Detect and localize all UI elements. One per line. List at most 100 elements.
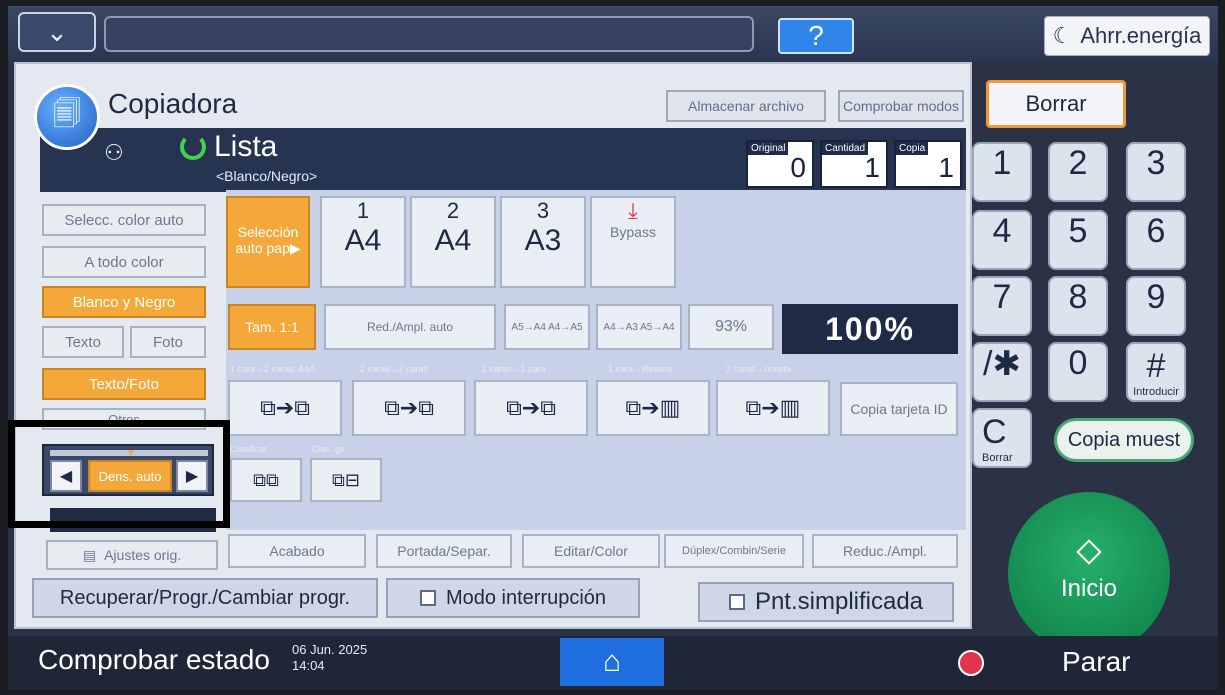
photo-mode-button[interactable]: Foto [130, 326, 206, 358]
bypass-button[interactable]: ⤓ Bypass [590, 196, 676, 288]
full-size-button[interactable]: Tam. 1:1 [228, 304, 316, 350]
rotate-sort-button[interactable]: ⧉⊟ [310, 458, 382, 502]
tray-number: 3 [536, 198, 550, 223]
help-button[interactable]: ? [778, 18, 854, 54]
tab-finishing[interactable]: Acabado [228, 534, 366, 568]
highlight-box [8, 420, 230, 528]
c-key-letter: C [982, 412, 1007, 451]
key-1[interactable]: 1 [972, 142, 1032, 202]
tab-cover[interactable]: Portada/Separ. [376, 534, 512, 568]
text-photo-button[interactable]: Texto/Foto [42, 368, 206, 400]
chevron-down-icon[interactable]: ⌄ [18, 12, 96, 52]
key-7[interactable]: 7 [972, 276, 1032, 336]
interrupt-mode-button[interactable]: Modo interrupción [386, 578, 640, 618]
key-9[interactable]: 9 [1126, 276, 1186, 336]
start-button[interactable]: Inicio [1008, 492, 1170, 654]
duplex-label: 1 cara→Revista [608, 364, 673, 374]
enter-key[interactable]: # Introducir [1126, 342, 1186, 402]
id-card-copy-button[interactable]: Copia tarjeta ID [840, 382, 958, 436]
tab-reduce-enlarge[interactable]: Reduc./Ampl. [812, 534, 958, 568]
tray-size: A4 [434, 224, 472, 257]
recall-program-button[interactable]: Recuperar/Progr./Cambiar progr. [32, 578, 378, 618]
moon-icon: ☾ [1052, 23, 1073, 48]
zoom-preset-93-button[interactable]: 93% [688, 304, 774, 350]
text-mode-button[interactable]: Texto [42, 326, 124, 358]
quantity-counter: Cantidad 1 [820, 140, 888, 188]
copier-panel: 🗐 Copiadora Almacenar archivo Comprobar … [8, 62, 972, 629]
page-title: Copiadora [108, 88, 238, 119]
duplex-label: 1 cara→2 caras: AaA [230, 364, 316, 374]
magazine-2-button[interactable]: ⧉➔▥ [716, 380, 830, 436]
store-file-button[interactable]: Almacenar archivo [666, 90, 826, 122]
users-icon: ⚇ [104, 140, 124, 165]
key-2[interactable]: 2 [1048, 142, 1108, 202]
key-hash: # [1146, 346, 1166, 385]
tray-number: 1 [356, 198, 370, 223]
duplex-2to1-button[interactable]: ⧉➔⧉ [474, 380, 588, 436]
footer-bar: Comprobar estado 06 Jun. 2025 14:04 ⌂ Pa… [8, 636, 1218, 690]
tab-edit-color[interactable]: Editar/Color [522, 534, 660, 568]
date-text: 06 Jun. 2025 [292, 642, 368, 657]
enter-label: Introducir [1133, 385, 1179, 398]
energy-saver-button[interactable]: ☾ Ahrr.energía [1044, 16, 1210, 56]
c-key-label: Borrar [982, 451, 1013, 464]
start-label: Inicio [1060, 575, 1118, 602]
top-bar: ⌄ ? ☾ Ahrr.energía [8, 6, 1218, 62]
tab-duplex[interactable]: Dúplex/Combin/Serie [664, 534, 804, 568]
sample-copy-button[interactable]: Copia muest [1054, 418, 1194, 462]
simplified-label: Pnt.simplificada [754, 588, 924, 615]
auto-zoom-button[interactable]: Red./Ampl. auto [324, 304, 496, 350]
copier-app-icon: 🗐 [34, 84, 100, 150]
time-text: 14:04 [292, 658, 325, 673]
original-settings-button[interactable]: ▤ Ajustes orig. [46, 540, 218, 570]
stop-button[interactable]: Parar [1062, 646, 1130, 678]
counter-value: 0 [790, 152, 806, 183]
duplex-2to2-button[interactable]: ⧉➔⧉ [352, 380, 466, 436]
interrupt-label: Modo interrupción [445, 586, 607, 609]
bw-button[interactable]: Blanco y Negro [42, 286, 206, 318]
auto-paper-button[interactable]: Selección auto pap▶ [226, 196, 310, 288]
duplex-label: 2 caras→revista [726, 364, 792, 374]
key-4[interactable]: 4 [972, 210, 1032, 270]
bypass-icon: ⤓ [628, 198, 638, 223]
tray-3-button[interactable]: 3 A3 [500, 196, 586, 288]
magazine-1-button[interactable]: ⧉➔▥ [596, 380, 710, 436]
clear-button[interactable]: Borrar [986, 80, 1126, 128]
zoom-preset-a4a3-button[interactable]: A4→A3 A5→A4 [596, 304, 682, 350]
c-clear-key[interactable]: C Borrar [972, 408, 1032, 468]
color-mode-text: <Blanco/Negro> [216, 168, 318, 184]
original-counter: Original 0 [746, 140, 814, 188]
key-0[interactable]: 0 [1048, 342, 1108, 402]
ready-icon [180, 134, 206, 160]
home-icon[interactable]: ⌂ [560, 638, 664, 686]
zoom-value-display: 100% [782, 304, 958, 354]
check-status-button[interactable]: Comprobar estado [38, 644, 270, 676]
key-6[interactable]: 6 [1126, 210, 1186, 270]
check-modes-button[interactable]: Comprobar modos [838, 90, 964, 122]
tray-2-button[interactable]: 2 A4 [410, 196, 496, 288]
key-8[interactable]: 8 [1048, 276, 1108, 336]
sort-button[interactable]: ⧉⧉ [230, 458, 302, 502]
energy-saver-label: Ahrr.energía [1080, 23, 1202, 48]
stop-icon [958, 650, 984, 676]
simplified-screen-button[interactable]: Pnt.simplificada [698, 582, 954, 622]
counter-value: 1 [864, 152, 880, 183]
original-settings-label: Ajustes orig. [104, 547, 182, 563]
interrupt-checkbox [419, 590, 436, 606]
tray-number: 2 [446, 198, 460, 223]
counter-label: Cantidad [822, 142, 869, 155]
start-icon [1076, 539, 1102, 565]
tray-size: A4 [344, 224, 382, 257]
message-bar [104, 16, 754, 52]
auto-color-button[interactable]: Selecc. color auto [42, 204, 206, 236]
key-3[interactable]: 3 [1126, 142, 1186, 202]
key-5[interactable]: 5 [1048, 210, 1108, 270]
duplex-1to2-button[interactable]: ⧉➔⧉ [228, 380, 342, 436]
tray-1-button[interactable]: 1 A4 [320, 196, 406, 288]
zoom-preset-a5a4-button[interactable]: A5→A4 A4→A5 [504, 304, 590, 350]
full-color-button[interactable]: A todo color [42, 246, 206, 278]
tray-size: A3 [524, 224, 562, 257]
key-slash-star[interactable]: /✱ [972, 342, 1032, 402]
simplified-checkbox [728, 594, 745, 610]
status-text: Lista [214, 130, 278, 163]
